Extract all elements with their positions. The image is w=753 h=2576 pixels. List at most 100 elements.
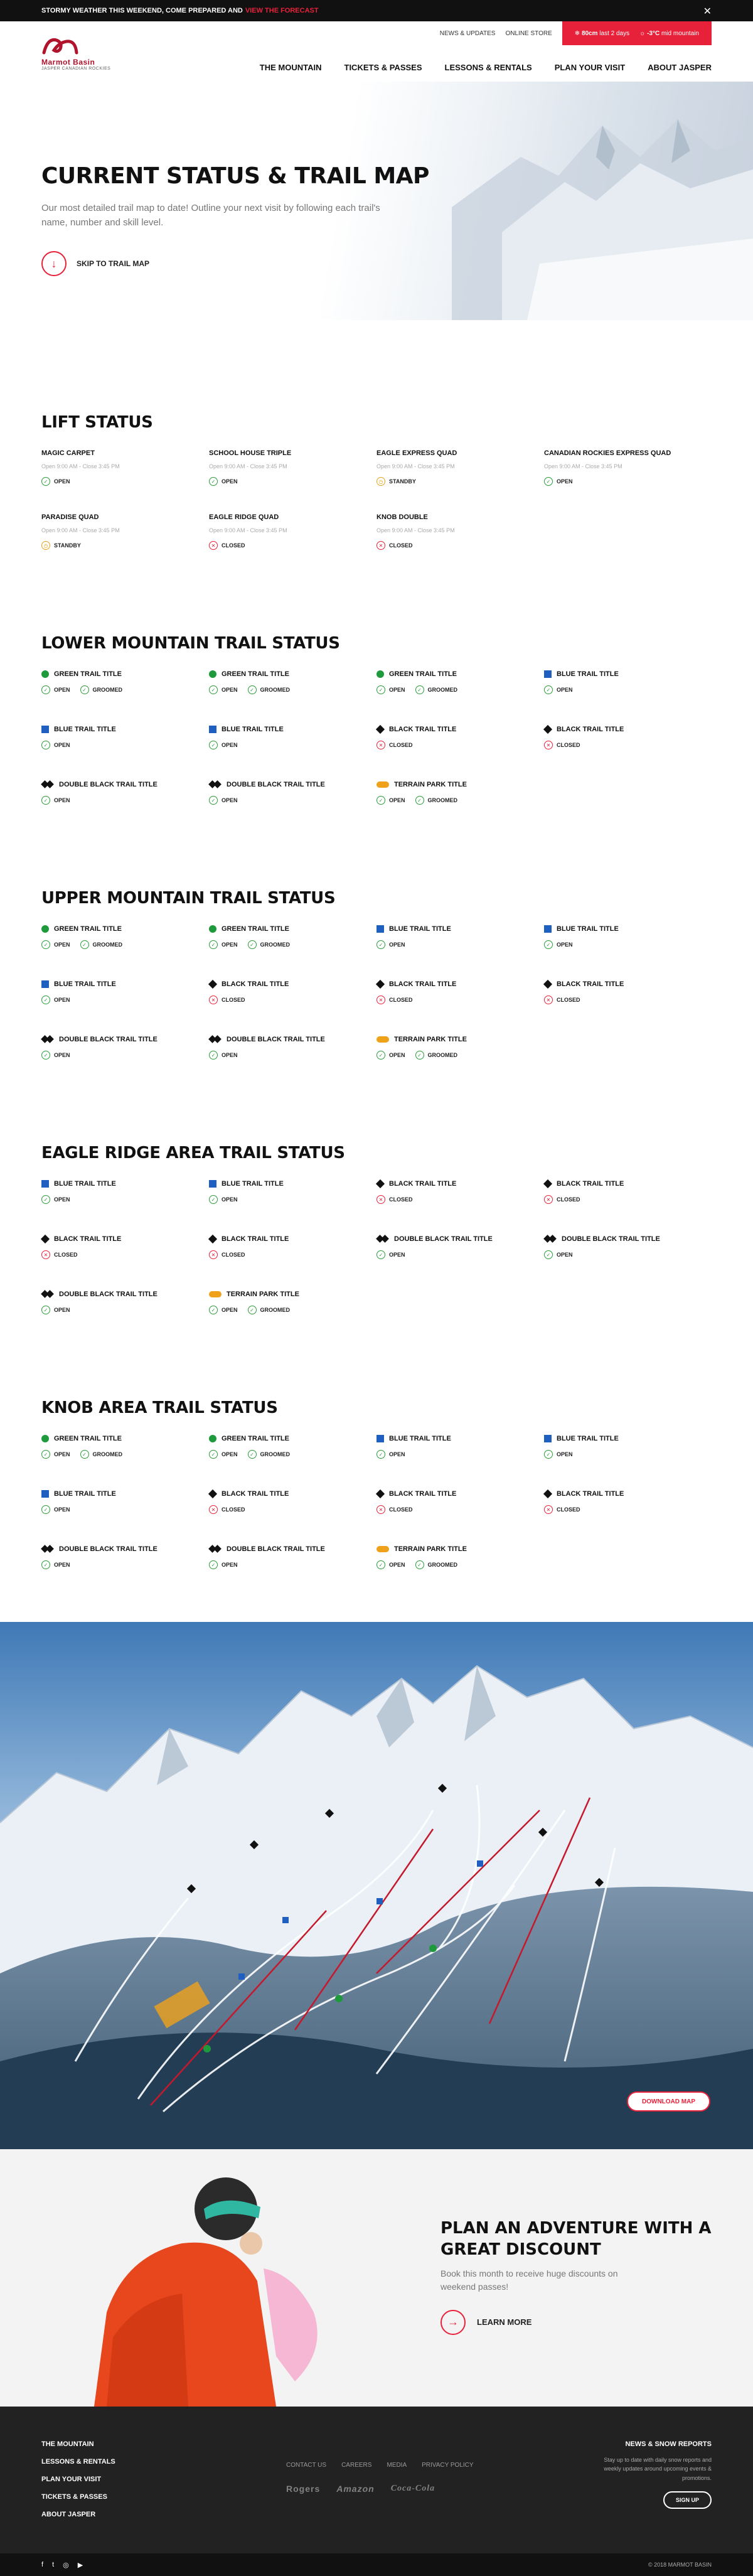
arrow-right-icon: → bbox=[441, 2309, 466, 2335]
nav-tickets-passes[interactable]: Tickets & Passes bbox=[344, 63, 422, 72]
x-circle-icon: ✕ bbox=[209, 1505, 218, 1514]
trail-status: ✓ Open bbox=[41, 1306, 209, 1314]
check-circle-icon: ✓ bbox=[209, 1051, 218, 1060]
learn-more-link[interactable]: → Learn More bbox=[441, 2309, 717, 2335]
utility-nav: News & Updates Online Store ❄ 80cm last … bbox=[440, 21, 712, 45]
green-circle-icon bbox=[41, 670, 49, 678]
check-circle-icon: ✓ bbox=[415, 1560, 424, 1569]
sponsor-logos: Rogers Amazon Coca-Cola bbox=[286, 2484, 474, 2494]
groomed-label: Groomed bbox=[427, 1562, 458, 1568]
nav-about-jasper[interactable]: About Jasper bbox=[648, 63, 712, 72]
groomed-label: Groomed bbox=[260, 1451, 291, 1457]
check-circle-icon: ✓ bbox=[544, 685, 553, 694]
lift-name: School House Triple bbox=[209, 449, 292, 457]
trail-status: ✓ Open bbox=[376, 940, 544, 949]
weather-pill[interactable]: ❄ 80cm last 2 days ☼ -3°C mid mountain bbox=[562, 21, 712, 45]
footer-link-lessons-rentals[interactable]: Lessons & Rentals bbox=[41, 2458, 115, 2466]
logo[interactable]: Marmot Basin Jasper Canadian Rockies bbox=[41, 34, 110, 71]
nav-the-mountain[interactable]: The Mountain bbox=[260, 63, 322, 72]
blue-square-icon bbox=[209, 1180, 216, 1188]
status-closed: ✕ Closed bbox=[209, 996, 245, 1004]
trail-name: Green Trail Title bbox=[222, 670, 289, 678]
black-diamond-icon bbox=[375, 979, 385, 989]
instagram-icon[interactable]: ◎ bbox=[63, 2561, 69, 2569]
double-black-diamond-icon bbox=[209, 781, 222, 788]
trail-name: Blue Trail Title bbox=[557, 1435, 619, 1442]
check-circle-icon: ✓ bbox=[209, 1450, 218, 1459]
x-circle-icon: ✕ bbox=[209, 1250, 218, 1259]
newsletter-description: Stay up to date with daily snow reports … bbox=[604, 2457, 712, 2481]
contact-us-link[interactable]: Contact Us bbox=[286, 2462, 326, 2469]
footer-link-about-jasper[interactable]: About Jasper bbox=[41, 2511, 115, 2518]
trail-item: Black Trail Title ✕ Closed bbox=[375, 979, 544, 1004]
learn-more-label: Learn More bbox=[477, 2317, 532, 2327]
twitter-icon[interactable]: t bbox=[52, 2561, 54, 2569]
status-label: Open bbox=[54, 1451, 70, 1457]
privacy-policy-link[interactable]: Privacy Policy bbox=[422, 2462, 473, 2469]
footer-link-the-mountain[interactable]: The Mountain bbox=[41, 2440, 115, 2448]
status-groomed: ✓ Groomed bbox=[247, 940, 291, 949]
trail-status: ✓ Open ✓ Groomed bbox=[41, 1450, 209, 1459]
double-black-diamond-icon bbox=[41, 781, 54, 788]
groomed-label: Groomed bbox=[427, 1052, 458, 1058]
trail-name: Green Trail Title bbox=[222, 1435, 289, 1442]
view-forecast-link[interactable]: View the forecast bbox=[245, 7, 319, 14]
trail-item: Terrain Park Title ✓ Open ✓ Groomed bbox=[376, 1545, 544, 1569]
trail-status: ✕ Closed bbox=[376, 1195, 544, 1204]
skip-to-trail-map[interactable]: ↓ Skip to trail map bbox=[41, 251, 712, 276]
facebook-icon[interactable]: f bbox=[41, 2561, 43, 2569]
double-black-diamond-icon bbox=[41, 1036, 54, 1043]
trail-name: Black Trail Title bbox=[222, 980, 289, 988]
trail-title: Double Black Trail Title bbox=[41, 1036, 209, 1043]
nav-lessons-rentals[interactable]: Lessons & Rentals bbox=[445, 63, 532, 72]
check-circle-icon: ✓ bbox=[80, 1450, 89, 1459]
check-circle-icon: ✓ bbox=[41, 477, 50, 486]
black-diamond-icon bbox=[543, 724, 553, 734]
rogers-logo[interactable]: Rogers bbox=[286, 2484, 320, 2494]
youtube-icon[interactable]: ▶ bbox=[78, 2561, 83, 2569]
coca-cola-logo[interactable]: Coca-Cola bbox=[391, 2484, 435, 2494]
check-circle-icon: ✓ bbox=[41, 1195, 50, 1204]
careers-link[interactable]: Careers bbox=[341, 2462, 371, 2469]
status-label: Open bbox=[222, 1451, 238, 1457]
footer-link-tickets-passes[interactable]: Tickets & Passes bbox=[41, 2493, 115, 2501]
nav-plan-your-visit[interactable]: Plan Your Visit bbox=[555, 63, 625, 72]
status-open: ✓ Open bbox=[41, 1195, 70, 1204]
status-label: Closed bbox=[557, 1196, 580, 1203]
trail-title: Terrain Park Title bbox=[376, 1036, 544, 1043]
sign-up-button[interactable]: Sign Up bbox=[663, 2491, 712, 2509]
lift-status: ◷ Standby bbox=[376, 477, 544, 486]
amazon-logo[interactable]: Amazon bbox=[336, 2484, 374, 2494]
groomed-label: Groomed bbox=[260, 942, 291, 948]
download-map-button[interactable]: Download Map bbox=[627, 2091, 710, 2112]
trail-name: Black Trail Title bbox=[389, 726, 457, 733]
trail-title: Green Trail Title bbox=[209, 925, 376, 933]
trail-item: Blue Trail Title ✓ Open bbox=[544, 1435, 712, 1459]
media-link[interactable]: Media bbox=[387, 2462, 407, 2469]
status-open: ✓ Open bbox=[209, 1195, 238, 1204]
status-open: ✓ Open bbox=[209, 477, 238, 486]
promo-text: Plan an adventure with a great discount … bbox=[441, 2218, 717, 2335]
trail-name: Double Black Trail Title bbox=[59, 781, 158, 788]
status-label: Open bbox=[54, 687, 70, 693]
double-black-diamond-icon bbox=[209, 1545, 222, 1553]
lift-hours: Open 9:00 AM - Close 3:45 PM bbox=[41, 527, 120, 534]
lift-name: Canadian Rockies Express Quad bbox=[544, 449, 671, 457]
news-updates-link[interactable]: News & Updates bbox=[440, 30, 496, 37]
trail-item: Terrain Park Title ✓ Open ✓ Groomed bbox=[209, 1291, 376, 1314]
terrain-park-icon bbox=[376, 781, 389, 788]
status-label: Closed bbox=[222, 542, 245, 549]
trail-name: Blue Trail Title bbox=[222, 1180, 284, 1188]
blue-square-icon bbox=[376, 1435, 384, 1442]
status-open: ✓ Open bbox=[41, 477, 70, 486]
close-icon[interactable]: ✕ bbox=[703, 5, 712, 18]
trail-name: Black Trail Title bbox=[557, 980, 624, 988]
trail-title: Green Trail Title bbox=[41, 925, 209, 933]
check-circle-icon: ✓ bbox=[544, 477, 553, 486]
online-store-link[interactable]: Online Store bbox=[505, 30, 552, 37]
status-label: Closed bbox=[389, 542, 413, 549]
trail-name: Black Trail Title bbox=[389, 1180, 457, 1188]
check-circle-icon: ✓ bbox=[376, 1560, 385, 1569]
black-diamond-icon bbox=[208, 1489, 218, 1499]
footer-link-plan-your-visit[interactable]: Plan Your Visit bbox=[41, 2476, 115, 2483]
